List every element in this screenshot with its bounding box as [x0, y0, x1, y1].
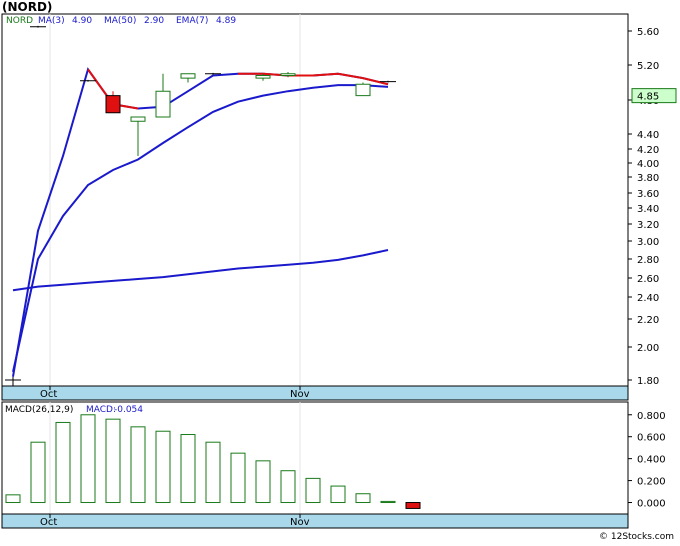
- x-tick-label: Oct: [40, 389, 57, 400]
- price-y-tick-label: 2.40: [637, 293, 659, 304]
- price-y-tick-label: 2.00: [637, 343, 659, 354]
- price-y-tick-label: 3.80: [637, 173, 659, 184]
- macd-panel: 0.8000.6000.4000.2000.000 MACD(26,12,9) …: [1, 401, 666, 515]
- candle-up: [130, 116, 146, 122]
- macd-value-label: MACD:: [86, 405, 116, 415]
- legend-item: MA(50): [104, 16, 136, 26]
- macd-value: -0.054: [114, 405, 143, 415]
- macd-bar: [130, 426, 146, 504]
- macd-bar: [80, 414, 96, 504]
- candle-up: [355, 83, 371, 97]
- price-y-tick-label: 3.40: [637, 204, 659, 215]
- chart-canvas: 5.605.204.804.404.204.003.803.603.403.20…: [0, 0, 680, 546]
- legend-value: 4.90: [72, 16, 92, 26]
- legend-item: MA(3): [38, 16, 65, 26]
- macd-bar: [230, 452, 246, 504]
- price-y-tick-label: 3.60: [637, 189, 659, 200]
- macd-y-tick-label: 0.400: [637, 455, 666, 466]
- macd-bar: [330, 485, 346, 504]
- price-y-tick-label: 4.40: [637, 130, 659, 141]
- price-y-tick-label: 2.60: [637, 274, 659, 285]
- price-y-tick-label: 3.20: [637, 220, 659, 231]
- price-y-tick-label: 2.80: [637, 255, 659, 266]
- macd-bar: [180, 434, 196, 504]
- price-y-tick-label: 3.00: [637, 237, 659, 248]
- x-tick-label: Nov: [290, 389, 310, 400]
- macd-bar: [305, 477, 321, 504]
- macd-y-tick-label: 0.600: [637, 433, 666, 444]
- macd-bar: [355, 493, 371, 504]
- macd-bar-negative: [405, 502, 421, 509]
- macd-bar: [280, 470, 296, 504]
- macd-bar: [55, 421, 71, 504]
- footer-credit: © 12Stocks.com: [599, 532, 674, 542]
- price-legend: NORD MA(3) 4.90 MA(50) 2.90 EMA(7) 4.89: [6, 16, 236, 26]
- candle-up: [255, 75, 271, 79]
- price-y-tick-label: 1.80: [637, 376, 659, 387]
- price-panel: 5.605.204.804.404.204.003.803.603.403.20…: [1, 13, 677, 389]
- price-y-tick-label: 2.20: [637, 315, 659, 326]
- price-y-tick-label: 5.20: [637, 61, 659, 72]
- candle-up: [280, 73, 296, 76]
- candle-up: [155, 90, 171, 118]
- legend-item: NORD: [6, 16, 33, 26]
- ticker-title: (NORD): [2, 0, 53, 14]
- price-y-tick-label: 4.20: [637, 145, 659, 156]
- x-tick-label: Nov: [290, 517, 310, 528]
- macd-bar: [205, 441, 221, 504]
- legend-item: EMA(7): [176, 16, 208, 26]
- macd-bar: [30, 441, 46, 504]
- legend-value: 2.90: [144, 16, 164, 26]
- last-price-label: 4.85: [637, 92, 659, 103]
- macd-bar: [255, 460, 271, 504]
- macd-y-tick-label: 0.800: [637, 411, 666, 422]
- x-tick-label: Oct: [40, 517, 57, 528]
- macd-x-axis: Oct Nov: [1, 513, 629, 529]
- price-y-tick-label: 5.60: [637, 27, 659, 38]
- macd-bar: [155, 430, 171, 504]
- candle-down: [105, 95, 121, 114]
- macd-y-tick-label: 0.000: [637, 499, 666, 510]
- macd-bar: [5, 494, 21, 504]
- macd-label: MACD(26,12,9): [5, 405, 73, 415]
- macd-y-tick-label: 0.200: [637, 477, 666, 488]
- price-y-tick-label: 4.00: [637, 159, 659, 170]
- candle-up: [180, 73, 196, 79]
- macd-bar: [105, 418, 121, 504]
- price-x-axis: Oct Nov: [1, 385, 629, 401]
- macd-bar: [380, 500, 396, 504]
- legend-value: 4.89: [216, 16, 236, 26]
